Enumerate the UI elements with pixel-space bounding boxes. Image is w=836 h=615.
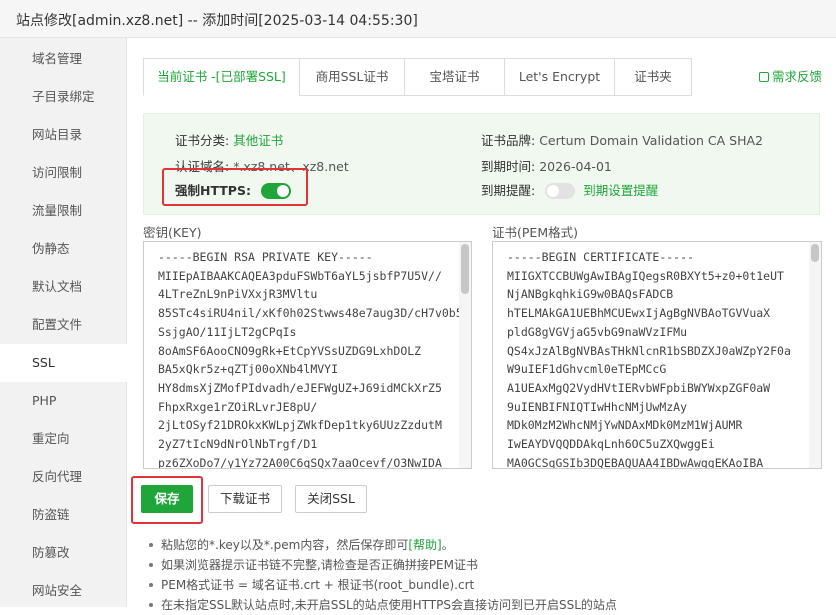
sidebar-item-access-limit[interactable]: 访问限制: [0, 154, 127, 192]
expire-remind-toggle[interactable]: [545, 183, 576, 199]
sidebar-item-config-file[interactable]: 配置文件: [0, 306, 127, 344]
tip-text: 粘贴您的*.key以及*.pem内容，然后保存即可: [161, 538, 409, 552]
sidebar-item-rewrite[interactable]: 伪静态: [0, 230, 127, 268]
main-panel: 当前证书 -[已部署SSL] 商用SSL证书 宝塔证书 Let's Encryp…: [127, 38, 836, 612]
key-scrollbar[interactable]: [459, 242, 471, 468]
tip-item: 如果浏览器提示证书链不完整,请检查是否正确拼接PEM证书: [147, 555, 827, 575]
cert-textarea-content: -----BEGIN CERTIFICATE----- MIIGXTCCBUWg…: [507, 250, 791, 469]
expire-remind-label: 到期提醒:: [481, 183, 536, 198]
cert-brand-value: Certum Domain Validation CA SHA2: [539, 133, 764, 148]
tip-text-end: 。: [441, 538, 454, 552]
help-link[interactable]: [帮助]: [408, 538, 441, 552]
cert-brand-row: 证书品牌: Certum Domain Validation CA SHA2: [481, 130, 763, 149]
highlight-save-button: [131, 476, 203, 524]
feedback-icon: [759, 72, 769, 82]
tab-cert-folder[interactable]: 证书夹: [614, 58, 692, 96]
tips-list: 粘贴您的*.key以及*.pem内容，然后保存即可[帮助]。 如果浏览器提示证书…: [147, 535, 827, 615]
sidebar-item-tamper-proof[interactable]: 防篡改: [0, 534, 127, 572]
cert-brand-label: 证书品牌:: [481, 133, 536, 148]
sidebar-item-site-security[interactable]: 网站安全: [0, 572, 127, 610]
cert-scrollbar-thumb[interactable]: [811, 244, 819, 262]
tip-item: 在未指定SSL默认站点时,未开启SSL的站点使用HTTPS会直接访问到已开启SS…: [147, 595, 827, 615]
tip-item: 粘贴您的*.key以及*.pem内容，然后保存即可[帮助]。: [147, 535, 827, 555]
sidebar-item-reverse-proxy[interactable]: 反向代理: [0, 458, 127, 496]
cert-category-value: 其他证书: [233, 133, 284, 148]
tab-current-cert[interactable]: 当前证书 -[已部署SSL]: [143, 58, 299, 96]
key-field-label: 密钥(KEY): [143, 225, 202, 240]
key-scrollbar-thumb[interactable]: [461, 244, 469, 294]
cert-category-label: 证书分类:: [175, 133, 230, 148]
cert-scrollbar[interactable]: [809, 242, 821, 468]
key-textarea-content: -----BEGIN RSA PRIVATE KEY----- MIIEpAIB…: [158, 250, 463, 469]
sidebar-item-hotlink[interactable]: 防盗链: [0, 496, 127, 534]
sidebar: 域名管理 子目录绑定 网站目录 访问限制 流量限制 伪静态 默认文档 配置文件 …: [0, 38, 128, 610]
expire-remind-link[interactable]: 到期设置提醒: [583, 183, 658, 198]
sidebar-item-redirect[interactable]: 重定向: [0, 420, 127, 458]
cert-expire-label: 到期时间:: [481, 159, 536, 174]
tab-bt-cert[interactable]: 宝塔证书: [404, 58, 504, 96]
close-ssl-button[interactable]: 关闭SSL: [295, 485, 367, 513]
sidebar-item-traffic-limit[interactable]: 流量限制: [0, 192, 127, 230]
title-bar: 站点修改[admin.xz8.net] -- 添加时间[2025-03-14 0…: [0, 0, 836, 38]
cert-textarea[interactable]: -----BEGIN CERTIFICATE----- MIIGXTCCBUWg…: [492, 241, 822, 469]
window-title: 站点修改[admin.xz8.net] -- 添加时间[2025-03-14 0…: [16, 13, 418, 29]
feedback-label: 需求反馈: [772, 69, 823, 84]
sidebar-item-default-doc[interactable]: 默认文档: [0, 268, 127, 306]
cert-category-row: 证书分类: 其他证书: [175, 130, 283, 149]
download-cert-button[interactable]: 下载证书: [208, 485, 282, 513]
cert-expire-row: 到期时间: 2026-04-01: [481, 156, 612, 175]
sidebar-item-ssl[interactable]: SSL: [0, 344, 128, 382]
sidebar-item-subdirectory[interactable]: 子目录绑定: [0, 78, 127, 116]
cert-field-label: 证书(PEM格式): [492, 225, 578, 240]
expire-remind-row: 到期提醒: 到期设置提醒: [481, 180, 658, 199]
key-textarea[interactable]: -----BEGIN RSA PRIVATE KEY----- MIIEpAIB…: [143, 241, 472, 469]
tab-lets-encrypt[interactable]: Let's Encrypt: [504, 58, 614, 96]
sidebar-item-domain[interactable]: 域名管理: [0, 40, 127, 78]
highlight-force-https: [162, 168, 308, 206]
feedback-link[interactable]: 需求反馈: [759, 66, 822, 85]
sidebar-item-site-directory[interactable]: 网站目录: [0, 116, 127, 154]
ssl-tabs: 当前证书 -[已部署SSL] 商用SSL证书 宝塔证书 Let's Encryp…: [143, 58, 692, 96]
cert-expire-value: 2026-04-01: [539, 159, 612, 174]
toggle-knob: [547, 185, 560, 197]
sidebar-item-php[interactable]: PHP: [0, 382, 127, 420]
tab-commercial-ssl[interactable]: 商用SSL证书: [299, 58, 404, 96]
tip-item: PEM格式证书 = 域名证书.crt + 根证书(root_bundle).cr…: [147, 575, 827, 595]
